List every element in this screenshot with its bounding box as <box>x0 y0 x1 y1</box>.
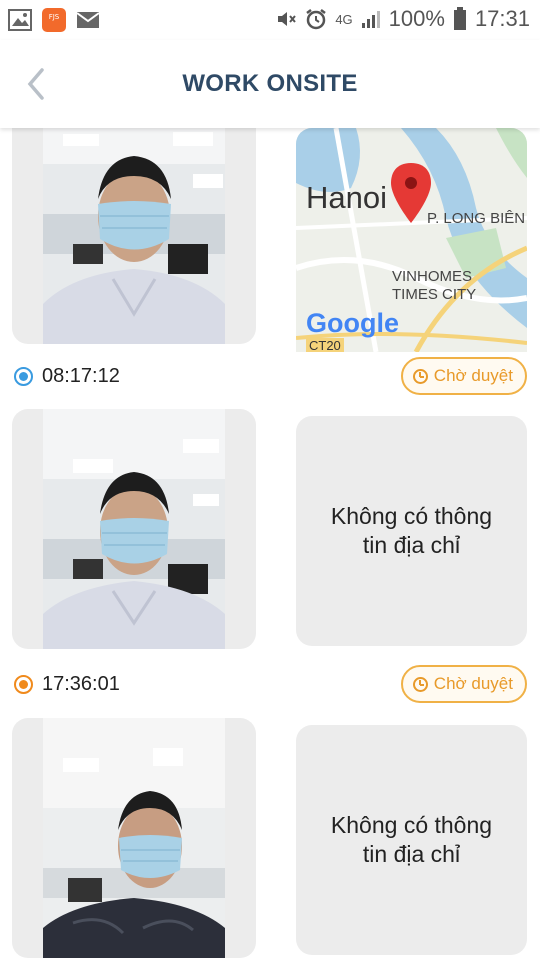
status-label: Chờ duyệt <box>433 366 513 385</box>
time-row: 17:36:01 Chờ duyệt <box>0 665 540 705</box>
address-card: Không có thông tin địa chỉ <box>296 416 527 646</box>
status-label: Chờ duyệt <box>433 674 513 693</box>
selfie-photo <box>43 128 225 344</box>
selfie-photo <box>43 409 225 649</box>
selfie-photo-card[interactable] <box>12 128 256 344</box>
svg-text:FJS: FJS <box>49 13 60 21</box>
battery-icon <box>453 7 466 30</box>
location-map[interactable]: Hanoi P. LONG BIÊN VINHOMES TIMES CITY G… <box>296 128 527 352</box>
clock-icon <box>412 368 428 384</box>
map-area-label-2: TIMES CITY <box>392 286 477 303</box>
selfie-photo-card[interactable] <box>12 718 256 958</box>
clock-time: 17:31 <box>474 6 530 31</box>
map-road-label: CT20 <box>306 338 344 352</box>
map-area-label-1: VINHOMES <box>392 268 473 285</box>
no-address-text: Không có thông tin địa chỉ <box>330 503 493 558</box>
no-address-text: Không có thông tin địa chỉ <box>330 812 493 867</box>
status-badge-pending[interactable]: Chờ duyệt <box>400 665 527 703</box>
page-title: WORK ONSITE <box>182 70 358 97</box>
attendance-list[interactable]: Hanoi P. LONG BIÊN VINHOMES TIMES CITY G… <box>0 128 540 960</box>
app-notification-icon: FJS <box>42 8 66 32</box>
checkout-radio[interactable] <box>14 675 33 694</box>
map-city-label: Hanoi <box>306 180 387 215</box>
signal-icon <box>361 11 380 28</box>
google-logo: Google <box>306 308 399 338</box>
address-card: Không có thông tin địa chỉ <box>296 725 527 955</box>
alarm-icon <box>306 9 327 30</box>
clock-icon <box>412 676 428 692</box>
entry-time: 08:17:12 <box>42 365 120 387</box>
entry-time: 17:36:01 <box>42 673 120 695</box>
selfie-photo <box>43 718 225 958</box>
mute-icon <box>278 12 297 26</box>
app-header: WORK ONSITE <box>0 40 540 128</box>
map-district-label: P. LONG BIÊN <box>427 210 526 227</box>
network-type: 4G <box>335 11 353 27</box>
battery-percent: 100% <box>388 6 445 31</box>
status-badge-pending[interactable]: Chờ duyệt <box>400 357 527 395</box>
mail-icon <box>76 12 100 28</box>
checkin-radio[interactable] <box>14 367 33 386</box>
time-row: 08:17:12 Chờ duyệt <box>0 357 540 397</box>
selfie-photo-card[interactable] <box>12 409 256 649</box>
image-icon <box>8 9 32 31</box>
status-bar: FJS 4G 100% 17:31 <box>0 0 540 40</box>
